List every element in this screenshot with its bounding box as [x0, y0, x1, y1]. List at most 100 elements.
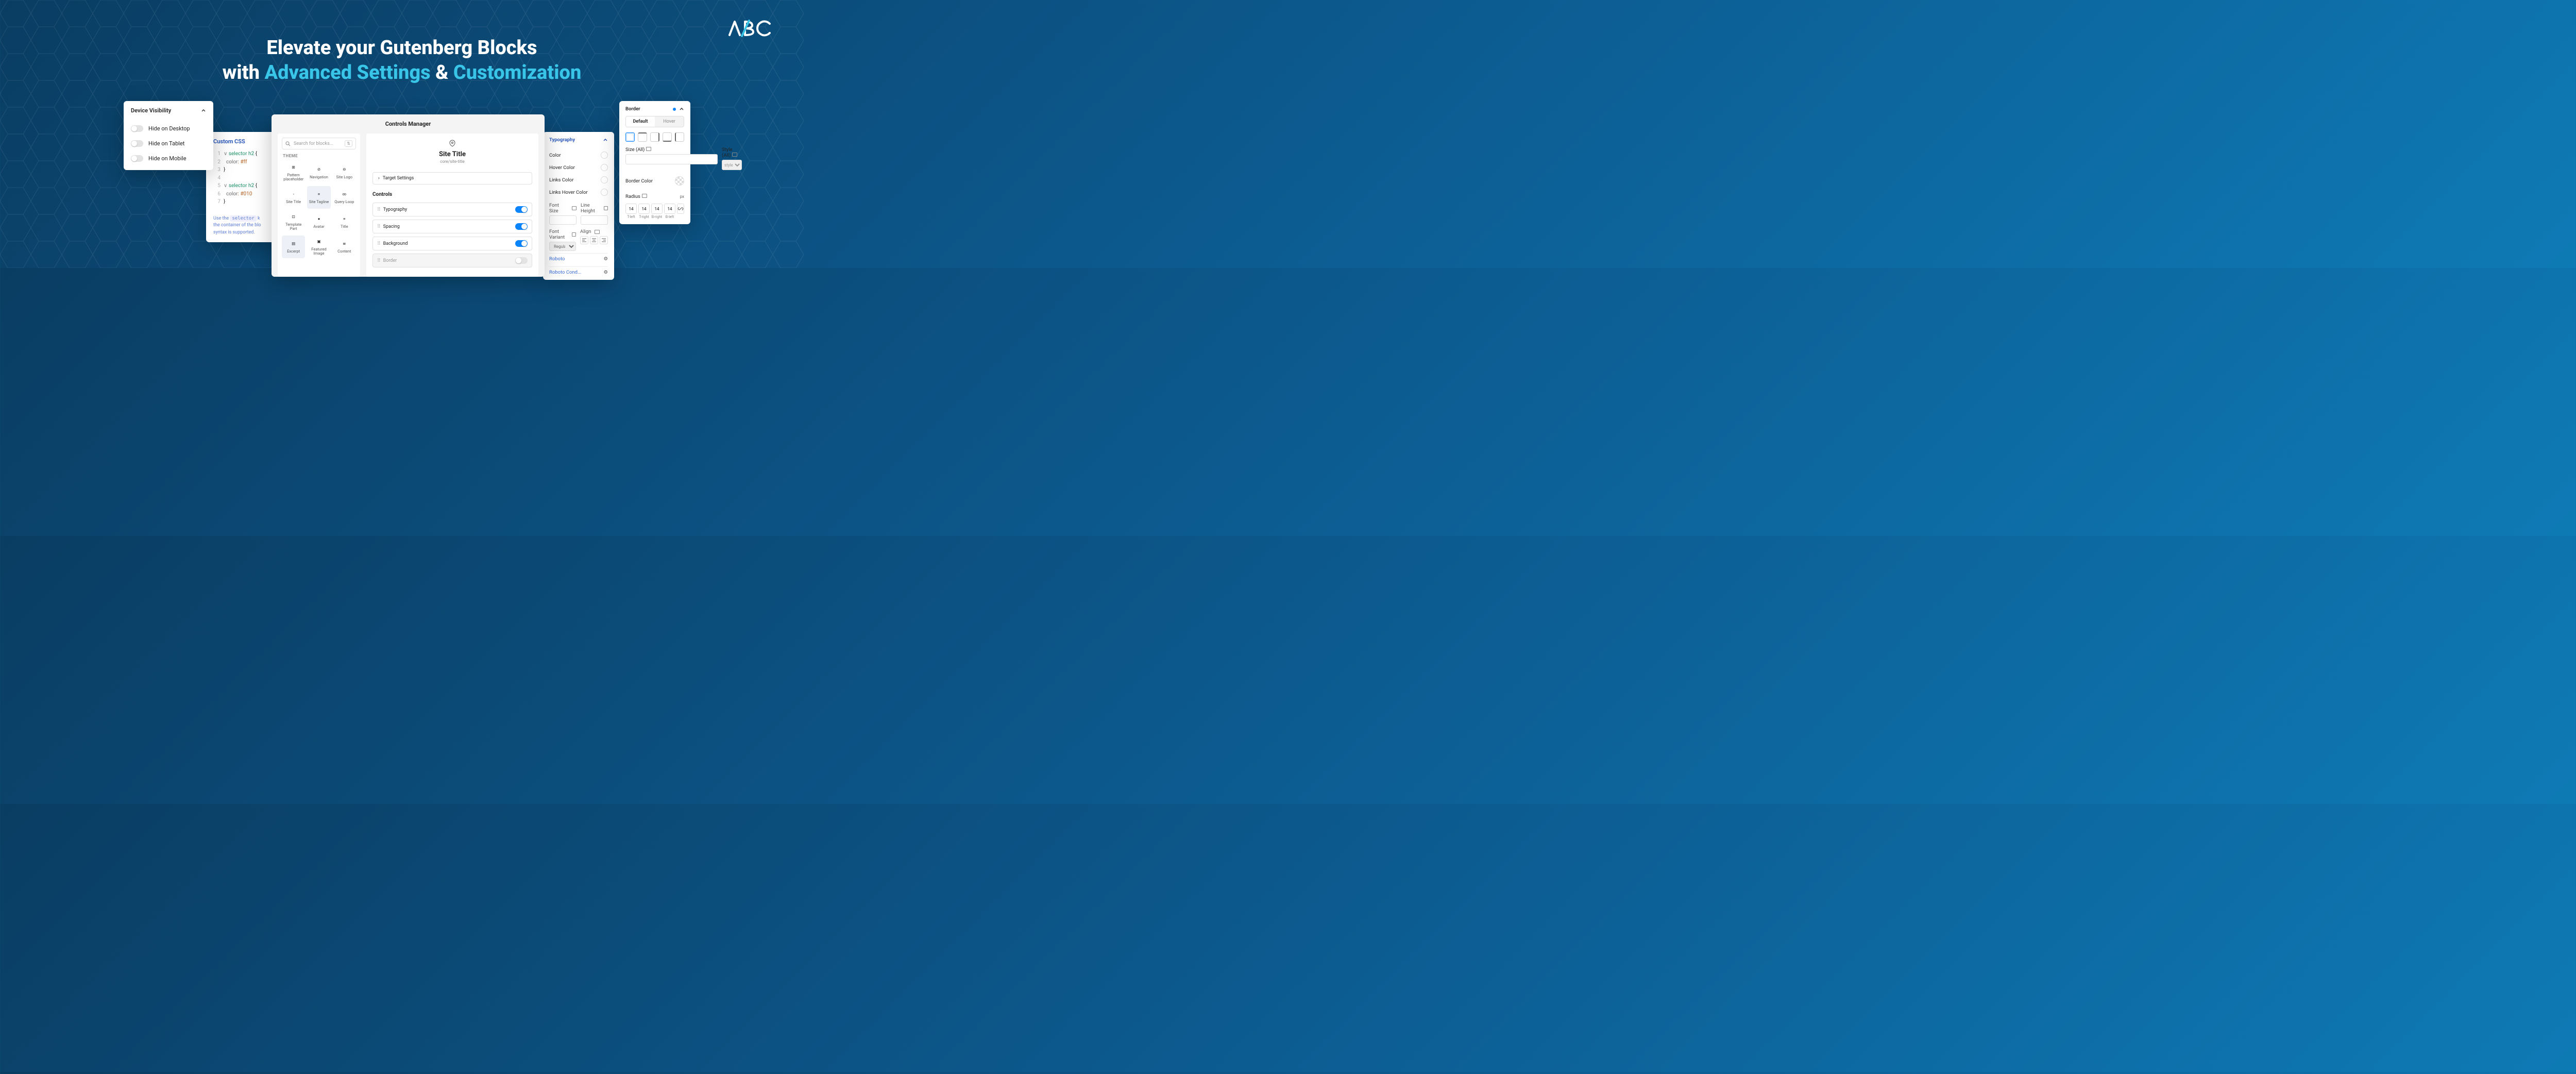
block-icon: ▤ — [290, 240, 297, 247]
link-values-button[interactable] — [677, 204, 684, 214]
drag-handle-icon[interactable]: ⠿ — [377, 241, 380, 246]
align-right-button[interactable] — [600, 236, 608, 244]
radius-bl-input[interactable] — [664, 204, 675, 214]
target-settings-button[interactable]: › Target Settings — [372, 172, 532, 184]
font-size-input[interactable] — [549, 215, 577, 225]
font-option-roboto[interactable]: Roboto ⚙ — [549, 253, 608, 264]
border-color-swatch[interactable] — [675, 176, 684, 186]
block-item-site-tagline[interactable]: ≡Site Tagline — [307, 186, 330, 209]
font-variant-select[interactable]: Regular — [549, 242, 576, 251]
border-title: Border — [625, 106, 640, 112]
drag-handle-icon[interactable]: ⠿ — [377, 207, 380, 212]
tab-hover[interactable]: Hover — [655, 116, 684, 127]
gear-icon[interactable]: ⚙ — [603, 270, 608, 275]
border-top-button[interactable] — [638, 132, 647, 142]
font-option-roboto-cond[interactable]: Roboto Cond... ⚙ — [549, 266, 608, 278]
typo-row-color: Color — [549, 149, 608, 161]
block-item-template-part[interactable]: ⊡Template Part — [282, 211, 305, 233]
brand-logo — [727, 20, 773, 41]
search-input[interactable]: Search for blocks... ⇅ — [282, 138, 356, 149]
controls-header: Controls — [372, 192, 532, 197]
block-icon: ⊖ — [341, 166, 348, 173]
block-icon: ▣ — [315, 238, 323, 245]
block-icon: ≡ — [315, 191, 323, 198]
color-swatch[interactable] — [601, 189, 608, 196]
device-icon[interactable] — [572, 232, 576, 237]
device-visibility-title: Device Visibility — [131, 107, 171, 114]
control-row-border: ⠿Border — [372, 254, 532, 267]
block-icon: ≣ — [341, 240, 348, 247]
drag-handle-icon[interactable]: ⠿ — [377, 224, 380, 229]
border-right-button[interactable] — [650, 132, 659, 142]
gear-icon[interactable]: ⚙ — [603, 256, 608, 262]
border-bottom-button[interactable] — [663, 132, 672, 142]
filter-icon[interactable]: ⇅ — [345, 140, 352, 147]
line-height-input[interactable] — [581, 215, 608, 225]
theme-section-label: THEME — [283, 154, 355, 158]
block-item-site-title[interactable]: ◦Site Title — [282, 186, 305, 209]
block-icon: ● — [315, 215, 323, 223]
drag-handle-icon[interactable]: ⠿ — [377, 258, 380, 263]
block-item-site-logo[interactable]: ⊖Site Logo — [333, 161, 356, 184]
typo-row-links-hover-color: Links Hover Color — [549, 186, 608, 198]
block-icon: ≡ — [341, 215, 348, 223]
align-center-button[interactable] — [590, 236, 598, 244]
control-row-background: ⠿Background — [372, 237, 532, 250]
block-icon: ⊡ — [290, 213, 297, 221]
color-swatch[interactable] — [601, 176, 608, 183]
radius-tr-input[interactable] — [638, 204, 650, 214]
controls-manager-panel: Controls Manager Search for blocks... ⇅ … — [272, 114, 545, 277]
collapse-icon[interactable] — [603, 138, 608, 143]
block-item-title[interactable]: ≡Title — [333, 211, 356, 233]
control-toggle[interactable] — [515, 240, 528, 247]
block-item-query-loop[interactable]: ∞Query Loop — [333, 186, 356, 209]
collapse-icon[interactable] — [679, 107, 684, 112]
control-toggle[interactable] — [515, 206, 528, 213]
device-icon[interactable] — [595, 230, 600, 234]
block-item-featured-image[interactable]: ▣Featured Image — [307, 236, 330, 258]
active-indicator-icon — [673, 108, 676, 111]
hide-mobile-toggle[interactable] — [131, 155, 143, 162]
block-item-pattern-placeholder[interactable]: ⊞Pattern placeholder — [282, 161, 305, 184]
hide-tablet-row: Hide on Tablet — [131, 136, 206, 151]
color-swatch[interactable] — [601, 164, 608, 171]
device-icon[interactable] — [646, 147, 651, 151]
border-all-sides-button[interactable] — [625, 132, 635, 142]
typography-title: Typography — [549, 137, 575, 143]
block-item-content[interactable]: ≣Content — [333, 236, 356, 258]
device-icon[interactable] — [642, 194, 647, 198]
control-toggle[interactable] — [515, 223, 528, 230]
chevron-right-icon: › — [378, 176, 380, 181]
radius-tl-input[interactable] — [625, 204, 637, 214]
device-icon[interactable] — [572, 206, 577, 210]
headline-line-1: Elevate your Gutenberg Blocks — [223, 36, 582, 61]
radius-unit-select[interactable]: px — [680, 194, 684, 199]
tab-default[interactable]: Default — [626, 116, 655, 127]
block-slug: core/site-title — [372, 159, 532, 164]
hide-tablet-toggle[interactable] — [131, 140, 143, 147]
device-icon[interactable] — [604, 206, 608, 210]
border-size-input[interactable] — [625, 154, 718, 164]
border-style-select[interactable]: style — [722, 160, 742, 170]
block-item-avatar[interactable]: ●Avatar — [307, 211, 330, 233]
collapse-icon[interactable] — [201, 108, 206, 113]
control-toggle[interactable] — [515, 257, 528, 264]
hide-desktop-row: Hide on Desktop — [131, 121, 206, 136]
block-icon: ∞ — [341, 191, 348, 198]
headline-line-2: with Advanced Settings & Customization — [223, 61, 582, 86]
radius-br-input[interactable] — [651, 204, 663, 214]
block-item-excerpt[interactable]: ▤Excerpt — [282, 236, 305, 258]
typo-row-links-color: Links Color — [549, 174, 608, 186]
hide-desktop-toggle[interactable] — [131, 125, 143, 132]
color-swatch[interactable] — [601, 152, 608, 159]
block-icon: ⊞ — [290, 164, 297, 171]
device-icon[interactable] — [732, 153, 737, 157]
border-panel: Border Default Hover Size (All) Style (A… — [619, 101, 690, 224]
border-left-button[interactable] — [675, 132, 684, 142]
pin-icon — [372, 140, 532, 148]
align-left-button[interactable] — [580, 236, 588, 244]
block-grid: ⊞Pattern placeholder⊘Navigation⊖Site Log… — [282, 161, 356, 258]
hide-mobile-row: Hide on Mobile — [131, 151, 206, 166]
block-item-navigation[interactable]: ⊘Navigation — [307, 161, 330, 184]
control-row-typography: ⠿Typography — [372, 203, 532, 216]
